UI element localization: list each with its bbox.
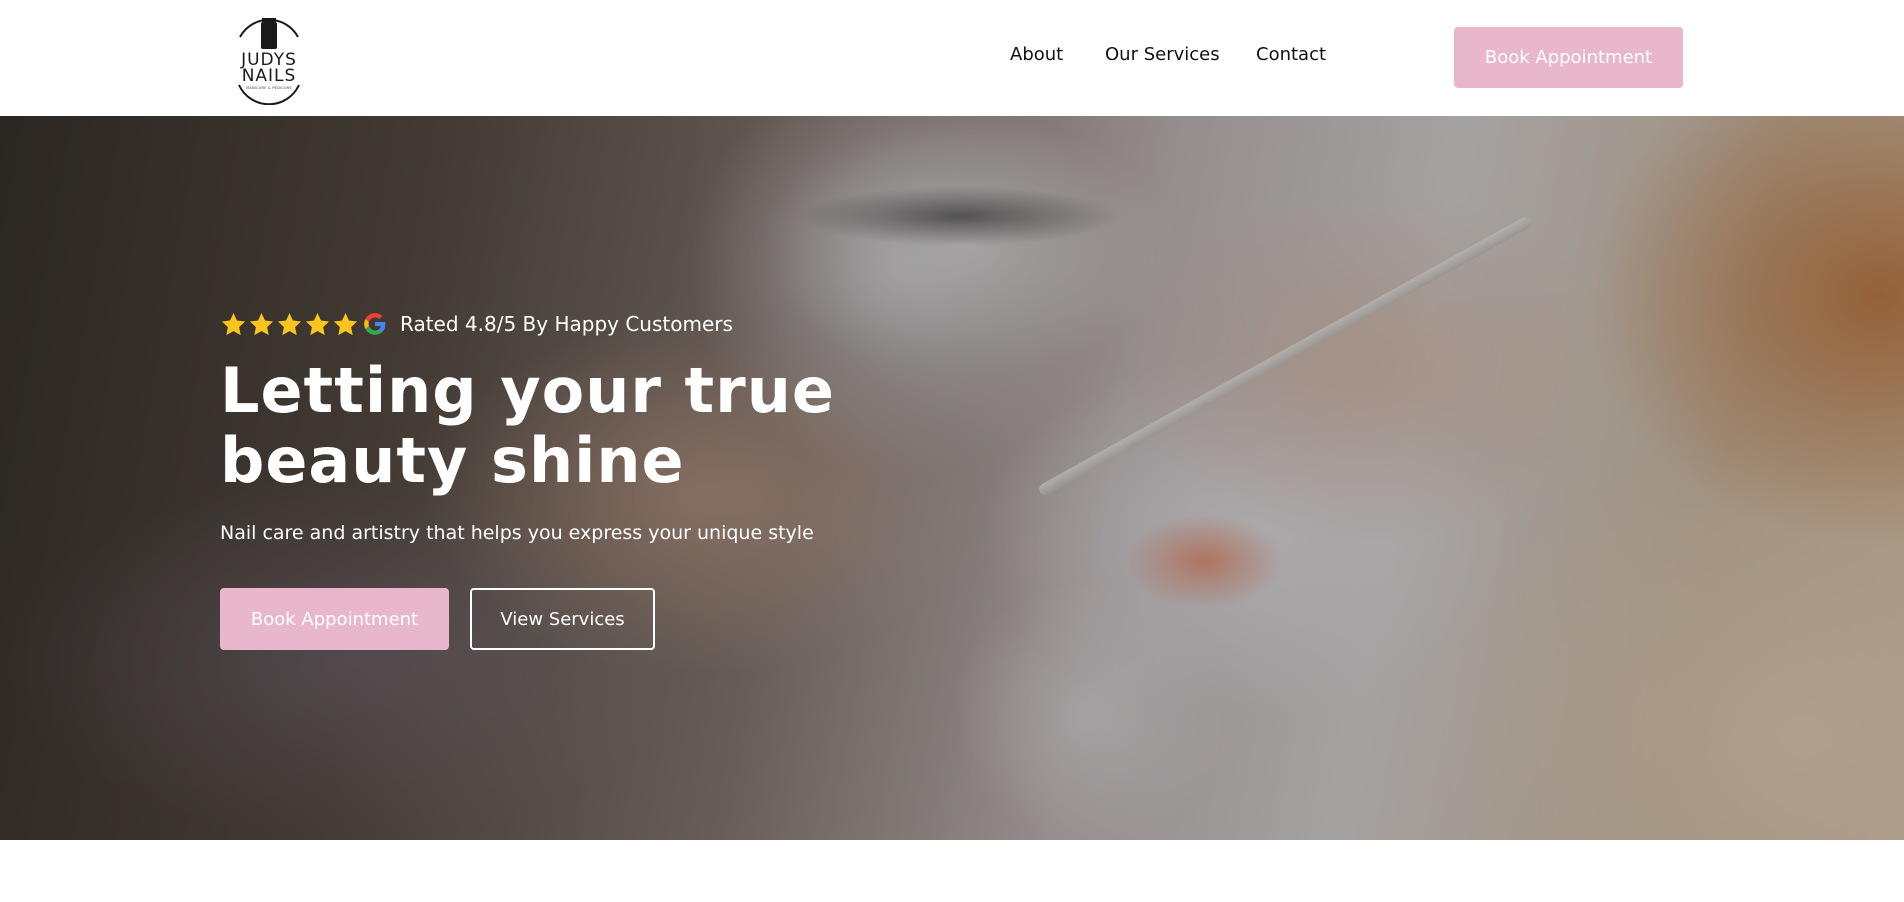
star-icon (220, 311, 247, 338)
hero-subtitle: Nail care and artistry that helps you ex… (220, 522, 814, 544)
google-icon (364, 313, 386, 335)
star-icon (248, 311, 275, 338)
below-hero-area (0, 840, 1904, 902)
hero-book-appointment-button[interactable]: Book Appointment (220, 588, 449, 650)
logo-tagline: manicure & pedicure (246, 86, 292, 90)
header-book-appointment-button[interactable]: Book Appointment (1454, 27, 1683, 88)
star-icon (332, 311, 359, 338)
rating-text: Rated 4.8/5 By Happy Customers (400, 312, 733, 336)
hero-title: Letting your true beauty shine (220, 354, 835, 497)
nav-link-contact[interactable]: Contact (1256, 44, 1326, 65)
nav-link-about[interactable]: About (1010, 44, 1063, 65)
star-icon (304, 311, 331, 338)
hero-section: Rated 4.8/5 By Happy Customers Letting y… (0, 116, 1904, 840)
logo-line-2: NAILS (241, 66, 297, 86)
rating-row: Rated 4.8/5 By Happy Customers (220, 309, 733, 339)
nav-link-our-services[interactable]: Our Services (1105, 44, 1220, 65)
site-header: JUDYS NAILS manicure & pedicure About Ou… (0, 0, 1904, 116)
view-services-button[interactable]: View Services (470, 588, 655, 650)
rating-stars (220, 311, 359, 338)
star-icon (276, 311, 303, 338)
site-logo[interactable]: JUDYS NAILS manicure & pedicure (232, 11, 306, 105)
hero-content: Rated 4.8/5 By Happy Customers Letting y… (220, 116, 1120, 840)
